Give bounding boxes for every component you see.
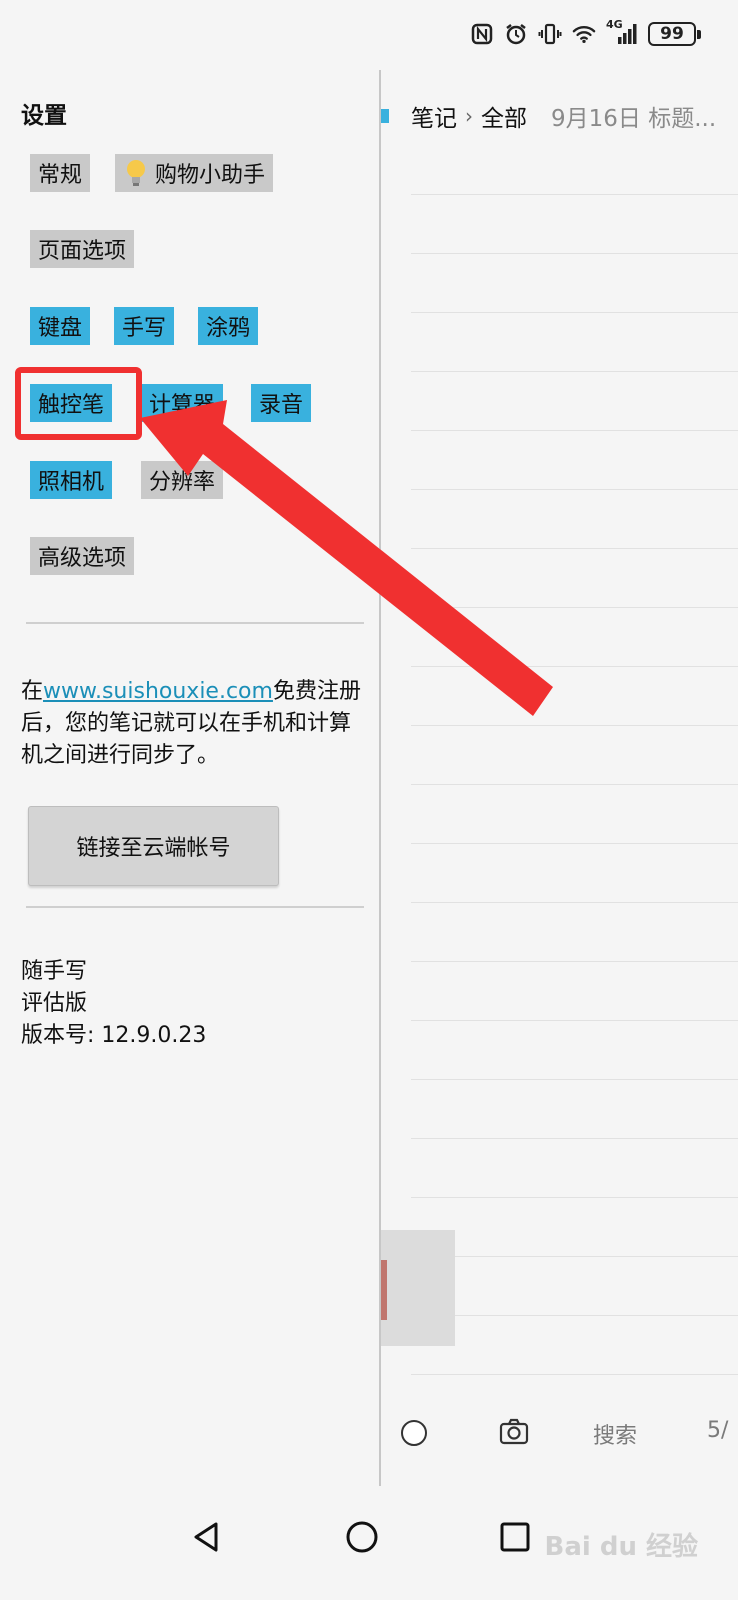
breadcrumb-separator: ›: [465, 104, 473, 128]
ruled-line: [411, 961, 738, 962]
notes-header: 笔记 › 全部 9月16日 标题...: [381, 96, 738, 136]
ruled-line: [411, 253, 738, 254]
chip-advanced-options[interactable]: 高级选项: [30, 537, 135, 575]
ruled-line: [411, 902, 738, 903]
chip-shopping-assistant[interactable]: 购物小助手: [115, 154, 274, 192]
wifi-icon: [572, 22, 596, 46]
status-bar: 4G 99: [0, 0, 738, 70]
version-info: 随手写 评估版 版本号: 12.9.0.23: [21, 956, 206, 1052]
ruled-line: [411, 1020, 738, 1021]
lightbulb-icon: [123, 158, 149, 188]
version-number: 版本号: 12.9.0.23: [21, 1023, 207, 1048]
chip-general[interactable]: 常规: [30, 154, 91, 192]
settings-title: 设置: [21, 103, 67, 129]
chip-handwriting[interactable]: 手写: [114, 307, 175, 345]
ruled-line: [411, 430, 738, 431]
scroll-handle[interactable]: [381, 1230, 455, 1346]
chip-shopping-label: 购物小助手: [155, 163, 266, 188]
search-button[interactable]: 搜索: [593, 1418, 637, 1450]
chip-keyboard[interactable]: 键盘: [30, 307, 91, 345]
ruled-line: [411, 1315, 738, 1316]
ruled-line: [411, 1079, 738, 1080]
camera-icon[interactable]: [499, 1418, 529, 1450]
chip-calculator[interactable]: 计算器: [141, 384, 224, 422]
ruled-line: [411, 784, 738, 785]
divider-bottom: [26, 906, 364, 908]
ruled-line: [411, 1374, 738, 1375]
chip-camera[interactable]: 照相机: [30, 461, 113, 499]
settings-panel: 设置 常规 购物小助手 页面选项 键盘 手写 涂鸦 触控笔 计算器 录音 照相机…: [0, 70, 378, 1490]
app-name: 随手写: [21, 959, 88, 984]
ruled-line: [411, 194, 738, 195]
ruled-line: [411, 607, 738, 608]
ruled-line: [411, 725, 738, 726]
chip-stylus[interactable]: 触控笔: [30, 384, 113, 422]
ruled-line: [411, 371, 738, 372]
notes-panel: 笔记 › 全部 9月16日 标题... 搜索 5/: [381, 70, 738, 1490]
header-marker: [381, 109, 389, 123]
sync-info-text: 在www.suishouxie.com免费注册后，您的笔记就可以在手机和计算机之…: [21, 676, 366, 772]
status-icons: 4G 99: [470, 18, 701, 46]
divider-top: [26, 622, 364, 624]
recents-button[interactable]: [490, 1512, 540, 1562]
home-button[interactable]: [337, 1512, 387, 1562]
baidu-watermark: Bai du 经验: [544, 1532, 699, 1562]
nfc-icon: [470, 22, 494, 46]
edition-label: 评估版: [21, 991, 88, 1016]
ruled-line: [411, 312, 738, 313]
ruled-line: [411, 548, 738, 549]
sync-info-prefix: 在: [21, 679, 44, 704]
chip-page-options[interactable]: 页面选项: [30, 230, 135, 268]
ruled-line: [411, 1138, 738, 1139]
ruled-line: [411, 1256, 738, 1257]
breadcrumb-current[interactable]: 全部: [481, 99, 527, 133]
ruled-line: [411, 489, 738, 490]
website-link[interactable]: www.suishouxie.com: [43, 679, 273, 704]
chip-doodle[interactable]: 涂鸦: [198, 307, 259, 345]
ruled-line: [411, 666, 738, 667]
signal-4g-icon: 4G: [606, 18, 638, 46]
chip-recording[interactable]: 录音: [251, 384, 312, 422]
battery-indicator: 99: [648, 22, 701, 46]
link-cloud-account-button[interactable]: 链接至云端帐号: [28, 806, 279, 886]
breadcrumb-root[interactable]: 笔记: [411, 99, 457, 133]
ruled-line: [411, 1197, 738, 1198]
chip-resolution[interactable]: 分辨率: [141, 461, 224, 499]
page-indicator[interactable]: 5/: [707, 1418, 728, 1443]
vibrate-icon: [538, 22, 562, 46]
note-date-title[interactable]: 9月16日 标题...: [551, 99, 716, 133]
back-button[interactable]: [182, 1512, 232, 1562]
scroll-marker: [381, 1260, 387, 1320]
navigation-bar: Bai du 经验: [0, 1490, 738, 1600]
notes-toolbar: 搜索 5/: [381, 1400, 738, 1470]
color-picker-button[interactable]: [401, 1420, 427, 1446]
ruled-line: [411, 843, 738, 844]
alarm-icon: [504, 22, 528, 46]
